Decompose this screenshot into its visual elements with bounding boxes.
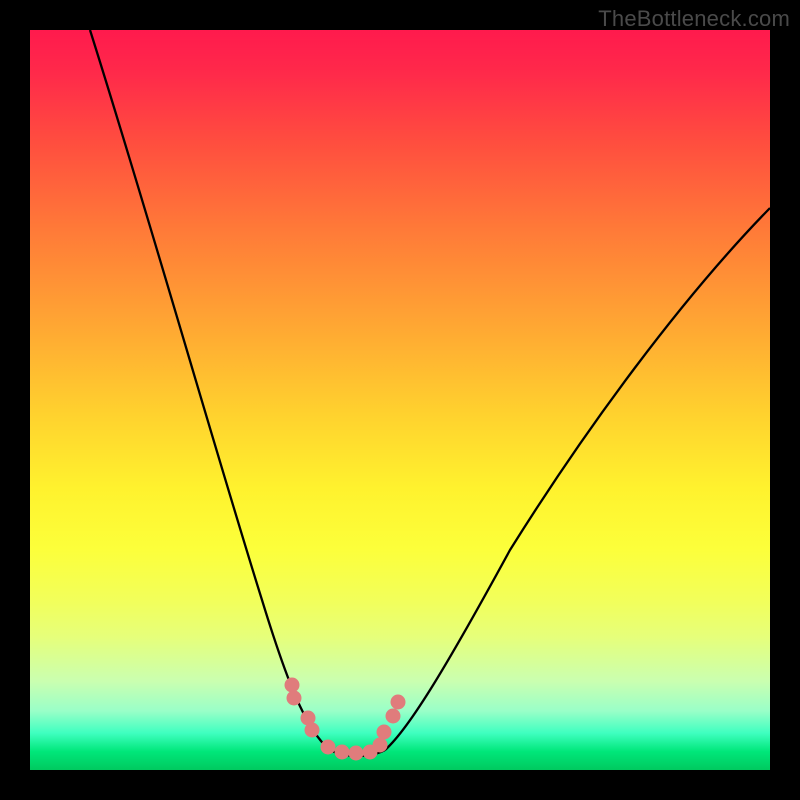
plot-area bbox=[30, 30, 770, 770]
marker-dot bbox=[349, 746, 364, 761]
marker-dot bbox=[377, 725, 392, 740]
chart-frame: TheBottleneck.com bbox=[0, 0, 800, 800]
marker-dot bbox=[386, 709, 401, 724]
marker-dot bbox=[321, 740, 336, 755]
marker-dot bbox=[373, 738, 388, 753]
watermark-text: TheBottleneck.com bbox=[598, 6, 790, 32]
curve-right-branch bbox=[385, 208, 770, 750]
marker-dot bbox=[305, 723, 320, 738]
marker-dot bbox=[287, 691, 302, 706]
curve-left-branch bbox=[90, 30, 330, 750]
marker-dot bbox=[335, 745, 350, 760]
chart-svg bbox=[30, 30, 770, 770]
marker-dot bbox=[285, 678, 300, 693]
marker-dot bbox=[391, 695, 406, 710]
